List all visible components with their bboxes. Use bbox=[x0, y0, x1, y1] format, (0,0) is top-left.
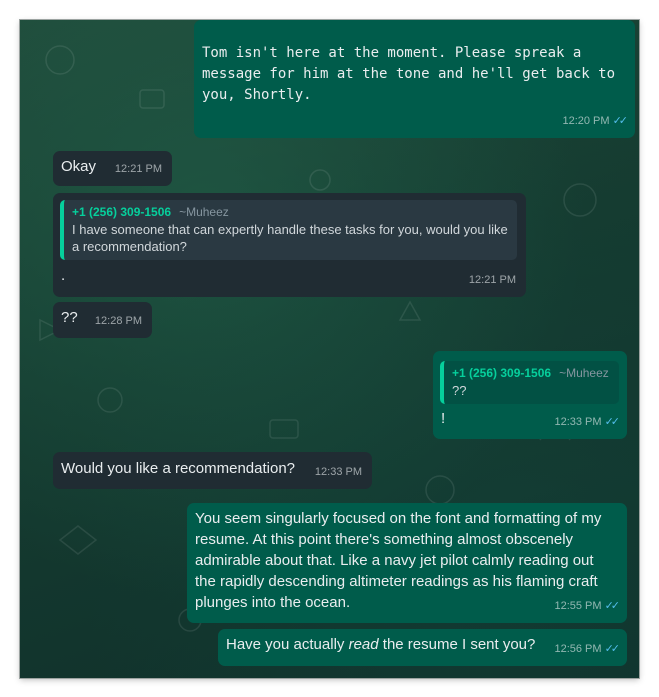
message-text-emphasis: read bbox=[348, 636, 379, 653]
message-text-part: the resume I sent you? bbox=[378, 636, 536, 653]
message-outgoing[interactable]: You seem singularly focused on the font … bbox=[187, 503, 627, 623]
timestamp: 12:55 PM bbox=[554, 600, 602, 612]
message-text: Have you actually read the resume I sent… bbox=[226, 634, 535, 655]
message-outgoing[interactable]: +1 (256) 309-1506 ~Muheez ?? ! 12:33 PM ✓✓ bbox=[433, 351, 627, 439]
message-text: ! bbox=[441, 410, 446, 427]
message-text: ?? bbox=[61, 309, 78, 326]
quoted-reply[interactable]: +1 (256) 309-1506 ~Muheez I have someone … bbox=[60, 200, 517, 260]
quoted-text: ?? bbox=[452, 383, 467, 398]
timestamp: 12:21 PM bbox=[114, 163, 162, 175]
message-incoming[interactable]: Okay 12:21 PM bbox=[53, 151, 172, 186]
timestamp: 12:56 PM bbox=[554, 643, 602, 655]
message-incoming[interactable]: Would you like a recommendation? 12:33 P… bbox=[53, 452, 372, 489]
read-receipt-icon: ✓✓ bbox=[612, 115, 629, 127]
message-text: Tom isn't here at the moment. Please spr… bbox=[202, 45, 616, 103]
message-time: 12:56 PM ✓✓ bbox=[554, 639, 621, 660]
read-receipt-icon: ✓✓ bbox=[604, 416, 621, 428]
message-outgoing[interactable]: Have you actually read the resume I sent… bbox=[218, 629, 627, 666]
quoted-sender-name: ~Muheez bbox=[559, 366, 609, 380]
message-time: 12:55 PM ✓✓ bbox=[554, 596, 621, 617]
quoted-sender-phone: +1 (256) 309-1506 bbox=[72, 205, 172, 219]
message-time: 12:20 PM ✓✓ bbox=[562, 111, 629, 132]
quoted-reply[interactable]: +1 (256) 309-1506 ~Muheez ?? bbox=[440, 361, 619, 404]
quoted-sender-phone: +1 (256) 309-1506 bbox=[452, 366, 552, 380]
read-receipt-icon: ✓✓ bbox=[604, 643, 621, 655]
message-text-part: Have you actually bbox=[226, 636, 349, 653]
message-text: Would you like a recommendation? bbox=[61, 460, 296, 477]
quoted-sender-name: ~Muheez bbox=[179, 205, 229, 219]
read-receipt-icon: ✓✓ bbox=[604, 600, 621, 612]
chat-window: Tom isn't here at the moment. Please spr… bbox=[20, 20, 639, 678]
timestamp: 12:28 PM bbox=[94, 315, 142, 327]
message-text: Okay bbox=[61, 158, 97, 175]
message-text: You seem singularly focused on the font … bbox=[195, 510, 602, 611]
message-incoming[interactable]: ?? 12:28 PM bbox=[53, 302, 152, 338]
message-time: 12:33 PM ✓✓ bbox=[554, 412, 621, 433]
message-incoming[interactable]: +1 (256) 309-1506 ~Muheez I have someone … bbox=[53, 193, 526, 297]
timestamp: 12:20 PM bbox=[562, 115, 610, 127]
timestamp: 12:33 PM bbox=[554, 416, 602, 428]
timestamp: 12:21 PM bbox=[468, 274, 516, 286]
message-outgoing[interactable]: Tom isn't here at the moment. Please spr… bbox=[194, 20, 635, 138]
timestamp: 12:33 PM bbox=[314, 466, 362, 478]
message-text: . bbox=[61, 267, 66, 284]
quoted-text: I have someone that can expertly handle … bbox=[72, 222, 508, 254]
